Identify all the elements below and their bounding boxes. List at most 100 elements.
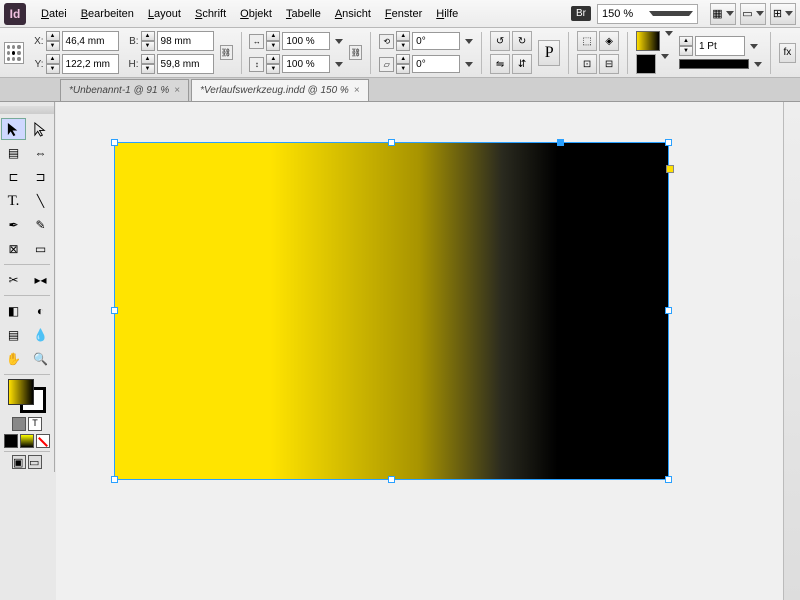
rectangle-frame-tool[interactable]: ⊠ <box>1 238 26 260</box>
x-spinner[interactable]: ▲▼ <box>46 31 60 51</box>
selection-tool[interactable] <box>1 118 26 140</box>
zoom-value: 150 % <box>602 8 646 20</box>
bridge-button[interactable]: Br <box>571 6 591 21</box>
rectangle-tool[interactable]: ▭ <box>28 238 53 260</box>
type-tool[interactable]: T. <box>1 190 26 212</box>
gradient-end-stop[interactable] <box>666 165 674 173</box>
control-bar: X: ▲▼ 46,4 mm Y: ▲▼ 122,2 mm B: ▲▼ 98 mm… <box>0 28 800 78</box>
panel-grip[interactable] <box>0 106 54 114</box>
formatting-text-icon[interactable]: T <box>28 417 42 431</box>
close-icon[interactable]: × <box>354 85 360 96</box>
resize-handle-r[interactable] <box>665 307 672 314</box>
pen-tool[interactable]: ✒ <box>1 214 26 236</box>
fill-stroke-swatch[interactable] <box>8 379 46 413</box>
content-collector-tool[interactable]: ⊏ <box>1 166 26 188</box>
h-spinner[interactable]: ▲▼ <box>141 54 155 74</box>
view-options-button[interactable]: ▦ <box>710 3 736 25</box>
fill-swatch[interactable] <box>636 31 660 51</box>
scale-x-input[interactable]: 100 % <box>282 32 330 50</box>
eyedropper-tool[interactable]: 💧 <box>28 324 53 346</box>
zoom-tool[interactable]: 🔍 <box>28 348 53 370</box>
apply-none-icon[interactable] <box>36 434 50 448</box>
fill-color[interactable] <box>8 379 34 405</box>
note-tool[interactable]: ▤ <box>1 324 26 346</box>
menu-objekt[interactable]: Objekt <box>233 4 279 24</box>
rotate-spinner[interactable]: ▲▼ <box>396 31 410 51</box>
free-transform-tool[interactable]: ▸◂ <box>28 269 53 291</box>
shear-input[interactable]: 0° <box>412 55 460 73</box>
gradient-mid-stop[interactable] <box>557 139 564 146</box>
fit-frame-button[interactable]: ⊟ <box>599 54 619 74</box>
formatting-container-icon[interactable] <box>12 417 26 431</box>
menu-fenster[interactable]: Fenster <box>378 4 429 24</box>
fit-content-button[interactable]: ⊡ <box>577 54 597 74</box>
rotate-cw-button[interactable]: ↻ <box>512 31 532 51</box>
y-input[interactable]: 122,2 mm <box>62 54 119 74</box>
stroke-style[interactable] <box>679 59 749 69</box>
view-mode-normal-icon[interactable]: ▣ <box>12 455 26 469</box>
close-icon[interactable]: × <box>174 85 180 96</box>
resize-handle-tr[interactable] <box>665 139 672 146</box>
scale-x-icon: ↔ <box>249 34 264 49</box>
w-input[interactable]: 98 mm <box>157 31 214 51</box>
resize-handle-bl[interactable] <box>111 476 118 483</box>
stroke-weight-spinner[interactable]: ▲▼ <box>679 36 693 56</box>
gradient-swatch-tool[interactable]: ◧ <box>1 300 26 322</box>
menu-datei[interactable]: DDateiatei <box>34 4 74 24</box>
resize-handle-br[interactable] <box>665 476 672 483</box>
scalex-spinner[interactable]: ▲▼ <box>266 31 280 51</box>
scissors-tool[interactable]: ✂ <box>1 269 26 291</box>
shear-spinner[interactable]: ▲▼ <box>396 54 410 74</box>
rotate-ccw-button[interactable]: ↺ <box>490 31 510 51</box>
y-spinner[interactable]: ▲▼ <box>46 54 60 74</box>
gradient-feather-tool[interactable]: ◐ <box>28 300 53 322</box>
flip-h-button[interactable]: ⇋ <box>490 54 510 74</box>
select-container-button[interactable]: ⬚ <box>577 31 597 51</box>
selected-frame[interactable] <box>114 142 669 480</box>
screen-mode-button[interactable]: ▭ <box>740 3 766 25</box>
menu-bearbeiten[interactable]: Bearbeiten <box>74 4 141 24</box>
gap-tool[interactable]: ⇔ <box>28 142 53 164</box>
effects-button[interactable]: fx <box>779 43 796 63</box>
direct-selection-tool[interactable] <box>28 118 53 140</box>
rotate-input[interactable]: 0° <box>412 32 460 50</box>
flip-v-button[interactable]: ⇵ <box>512 54 532 74</box>
scale-y-input[interactable]: 100 % <box>282 55 330 73</box>
menu-ansicht[interactable]: Ansicht <box>328 4 378 24</box>
resize-handle-tl[interactable] <box>111 139 118 146</box>
arrange-button[interactable]: ⊞ <box>770 3 796 25</box>
menu-schrift[interactable]: Schrift <box>188 4 233 24</box>
menu-tabelle[interactable]: Tabelle <box>279 4 328 24</box>
h-input[interactable]: 59,8 mm <box>157 54 214 74</box>
zoom-level-combo[interactable]: 150 % <box>597 4 698 24</box>
rotate-icon: ⟲ <box>379 34 394 49</box>
reference-point[interactable] <box>4 42 24 64</box>
stroke-weight-input[interactable]: 1 Pt <box>695 36 745 56</box>
resize-handle-b[interactable] <box>388 476 395 483</box>
stroke-swatch[interactable] <box>636 54 656 74</box>
canvas[interactable] <box>56 102 800 600</box>
resize-handle-t[interactable] <box>388 139 395 146</box>
menu-bar: Id DDateiatei Bearbeiten Layout Schrift … <box>0 0 800 28</box>
constrain-wh-icon[interactable]: ⛓ <box>220 45 233 60</box>
hand-tool[interactable]: ✋ <box>1 348 26 370</box>
menu-layout[interactable]: Layout <box>141 4 188 24</box>
apply-gradient-icon[interactable] <box>20 434 34 448</box>
constrain-scale-icon[interactable]: ⛓ <box>349 45 362 60</box>
apply-color-icon[interactable] <box>4 434 18 448</box>
menu-hilfe[interactable]: Hilfe <box>429 4 465 24</box>
view-mode-preview-icon[interactable]: ▭ <box>28 455 42 469</box>
toolbox: ▤ ⇔ ⊏ ⊐ T. ╲ ✒ ✎ ⊠ ▭ ✂ ▸◂ ◧ ◐ ▤ 💧 ✋ 🔍 T <box>0 102 55 472</box>
x-label: X: <box>30 36 44 47</box>
scaley-spinner[interactable]: ▲▼ <box>266 54 280 74</box>
x-input[interactable]: 46,4 mm <box>62 31 119 51</box>
select-content-button[interactable]: ◈ <box>599 31 619 51</box>
document-tab[interactable]: *Verlaufswerkzeug.indd @ 150 % × <box>191 79 369 101</box>
line-tool[interactable]: ╲ <box>28 190 53 212</box>
resize-handle-l[interactable] <box>111 307 118 314</box>
pencil-tool[interactable]: ✎ <box>28 214 53 236</box>
content-placer-tool[interactable]: ⊐ <box>28 166 53 188</box>
page-tool[interactable]: ▤ <box>1 142 26 164</box>
document-tab[interactable]: *Unbenannt-1 @ 91 % × <box>60 79 189 101</box>
w-spinner[interactable]: ▲▼ <box>141 31 155 51</box>
